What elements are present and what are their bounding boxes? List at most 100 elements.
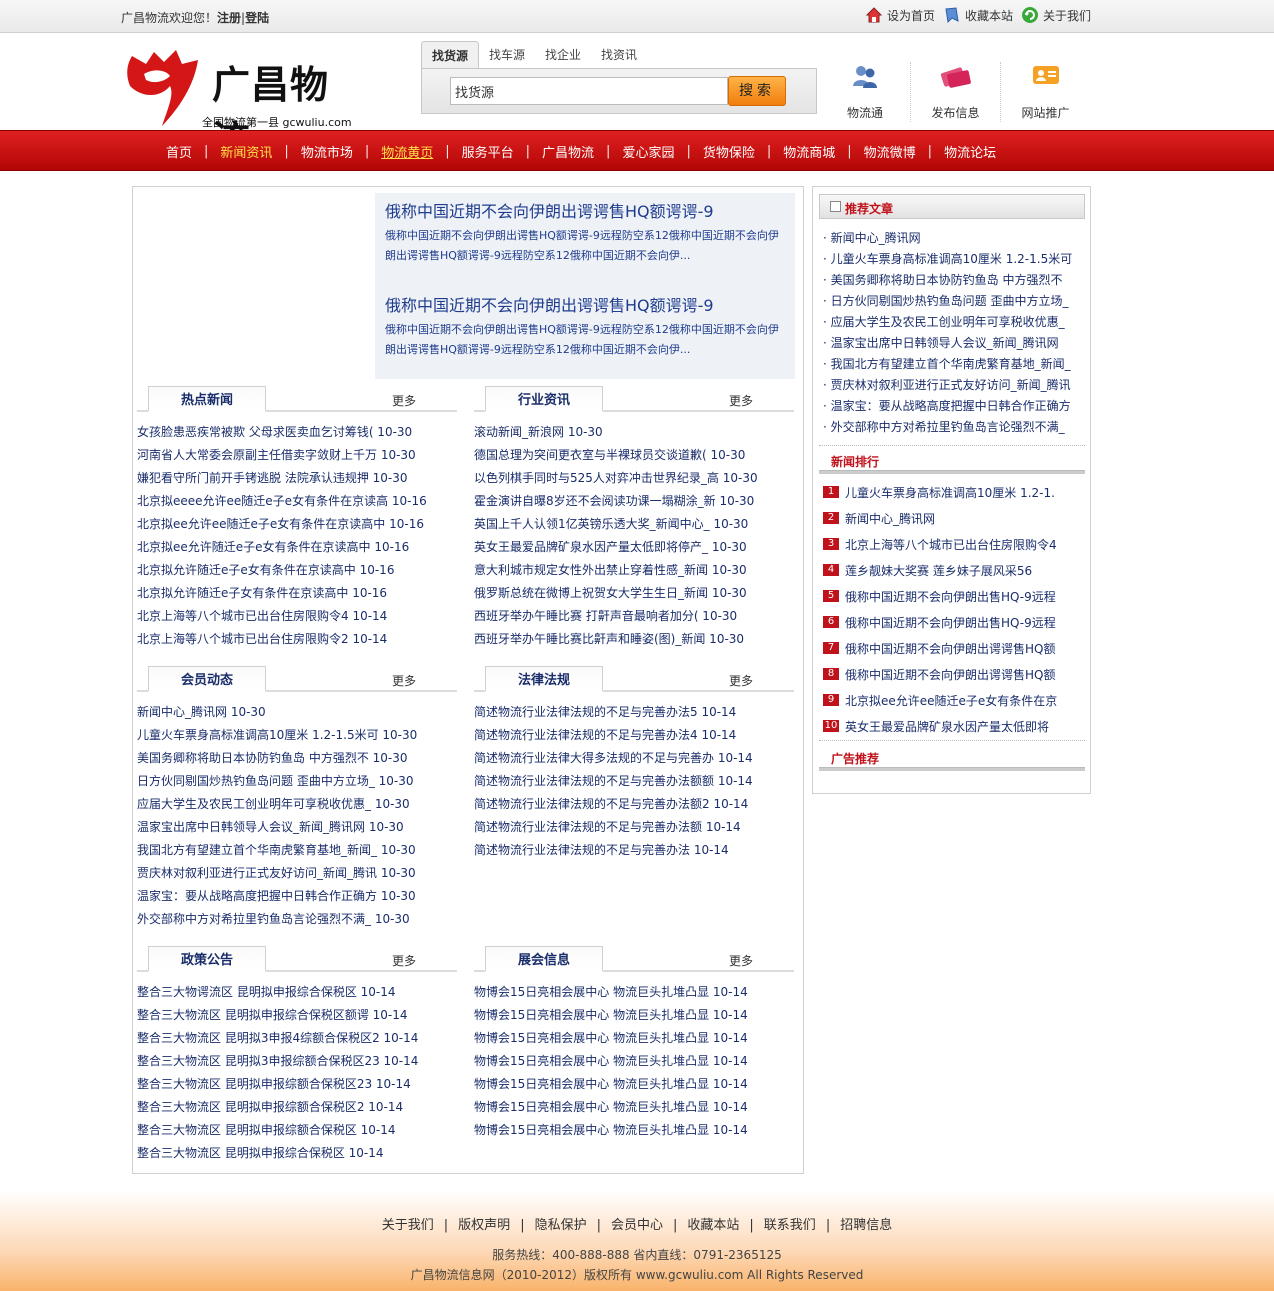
tab-find-cargo[interactable]: 找货源: [421, 41, 480, 69]
more-link[interactable]: 更多: [392, 952, 416, 969]
news-list-item[interactable]: 整合三大物流区 昆明拟申报综合保税区 10-14: [137, 1142, 457, 1165]
more-link[interactable]: 更多: [392, 392, 416, 409]
recommend-item[interactable]: · 温家宝：要从战略高度把握中日韩合作正确方: [823, 396, 1085, 417]
recommend-item[interactable]: · 应届大学生及农民工创业明年可享税收优惠_: [823, 312, 1085, 333]
news-list-item[interactable]: 简述物流行业法律法规的不足与完善办法额额 10-14: [474, 770, 794, 793]
more-link[interactable]: 更多: [729, 392, 753, 409]
news-list-item[interactable]: 物博会15日亮相会展中心 物流巨头扎堆凸显 10-14: [474, 1096, 794, 1119]
news-list-item[interactable]: 整合三大物流区 昆明拟申报综额合保税区23 10-14: [137, 1073, 457, 1096]
footer-link[interactable]: 会员中心: [611, 1218, 663, 1233]
news-list-item[interactable]: 滚动新闻_新浪网 10-30: [474, 421, 794, 444]
news-list-item[interactable]: 贾庆林对叙利亚进行正式友好访问_新闻_腾讯 10-30: [137, 862, 457, 885]
news-list-item[interactable]: 整合三大物流区 昆明拟申报综额合保税区2 10-14: [137, 1096, 457, 1119]
search-input[interactable]: [450, 77, 728, 105]
recommend-item[interactable]: · 新闻中心_腾讯网: [823, 228, 1085, 249]
rank-item[interactable]: 4 莲乡靓妹大奖赛 莲乡妹子展风采56: [819, 557, 1085, 583]
nav-link-service[interactable]: 服务平台: [450, 142, 526, 161]
tab-find-info[interactable]: 找资讯: [591, 41, 647, 69]
news-list-item[interactable]: 整合三大物流区 昆明拟3申报综额合保税区23 10-14: [137, 1050, 457, 1073]
news-list-item[interactable]: 英女王最爱品牌矿泉水因产量太低即将停产_ 10-30: [474, 536, 794, 559]
more-link[interactable]: 更多: [729, 952, 753, 969]
rank-item[interactable]: 2 新闻中心_腾讯网: [819, 505, 1085, 531]
section-title[interactable]: 热点新闻: [148, 386, 266, 412]
news-list-item[interactable]: 以色列棋手同时与525人对弈冲击世界纪录_高 10-30: [474, 467, 794, 490]
rank-item[interactable]: 6 俄称中国近期不会向伊朗出售HQ-9远程: [819, 609, 1085, 635]
recommend-item[interactable]: · 贾庆林对叙利亚进行正式友好访问_新闻_腾讯: [823, 375, 1085, 396]
news-list-item[interactable]: 整合三大物流区 昆明拟申报综额合保税区 10-14: [137, 1119, 457, 1142]
news-list-item[interactable]: 简述物流行业法律大得多法规的不足与完善办 10-14: [474, 747, 794, 770]
nav-link-market[interactable]: 物流市场: [289, 142, 365, 161]
rank-item[interactable]: 5 俄称中国近期不会向伊朗出售HQ-9远程: [819, 583, 1085, 609]
footer-link[interactable]: 关于我们: [382, 1218, 434, 1233]
section-title[interactable]: 会员动态: [148, 666, 266, 692]
news-list-item[interactable]: 嫌犯看守所门前开手铐逃脱 法院承认违规押 10-30: [137, 467, 457, 490]
nav-link-insurance[interactable]: 货物保险: [691, 142, 767, 161]
news-list-item[interactable]: 日方伙同剔国炒热钓鱼岛问题 歪曲中方立场_ 10-30: [137, 770, 457, 793]
site-logo[interactable]: 广昌物流 全国物流第一县 gcwuliu.com: [124, 46, 364, 162]
news-list-item[interactable]: 儿童火车票身高标准调高10厘米 1.2-1.5米可 10-30: [137, 724, 457, 747]
rank-item[interactable]: 7 俄称中国近期不会向伊朗出谔谔售HQ额: [819, 635, 1085, 661]
recommend-item[interactable]: · 外交部称中方对希拉里钓鱼岛言论强烈不满_: [823, 417, 1085, 438]
set-homepage-link[interactable]: 设为首页: [865, 6, 935, 24]
news-list-item[interactable]: 简述物流行业法律法规的不足与完善办法 10-14: [474, 839, 794, 862]
nav-link-forum[interactable]: 物流论坛: [932, 142, 1008, 161]
recommend-item[interactable]: · 日方伙同剔国炒热钓鱼岛问题 歪曲中方立场_: [823, 291, 1085, 312]
section-title[interactable]: 展会信息: [485, 946, 603, 972]
news-list-item[interactable]: 物博会15日亮相会展中心 物流巨头扎堆凸显 10-14: [474, 1050, 794, 1073]
rank-item[interactable]: 3 北京上海等八个城市已出台住房限购令4: [819, 531, 1085, 557]
footer-link[interactable]: 招聘信息: [840, 1218, 892, 1233]
news-list-item[interactable]: 简述物流行业法律法规的不足与完善办法5 10-14: [474, 701, 794, 724]
news-list-item[interactable]: 物博会15日亮相会展中心 物流巨头扎堆凸显 10-14: [474, 1073, 794, 1096]
nav-link-guangchang[interactable]: 广昌物流: [530, 142, 606, 161]
footer-link[interactable]: 联系我们: [764, 1218, 816, 1233]
headline-title[interactable]: 俄称中国近期不会向伊朗出谔谔售HQ额谔谔-9: [385, 201, 785, 223]
news-list-item[interactable]: 新闻中心_腾讯网 10-30: [137, 701, 457, 724]
news-list-item[interactable]: 美国务卿称将助日本协防钓鱼岛 中方强烈不 10-30: [137, 747, 457, 770]
news-list-item[interactable]: 女孩脸患恶疾常被欺 父母求医卖血乞讨筹钱( 10-30: [137, 421, 457, 444]
news-list-item[interactable]: 整合三大物谔流区 昆明拟申报综合保税区 10-14: [137, 981, 457, 1004]
news-list-item[interactable]: 霍金演讲自曝8岁还不会阅读功课一塌糊涂_新 10-30: [474, 490, 794, 513]
news-list-item[interactable]: 北京拟eeee允许ee随迁e子e女有条件在京读高 10-16: [137, 490, 457, 513]
headline-title[interactable]: 俄称中国近期不会向伊朗出谔谔售HQ额谔谔-9: [385, 295, 785, 317]
rank-item[interactable]: 9 北京拟ee允许ee随迁e子e女有条件在京: [819, 687, 1085, 713]
section-title[interactable]: 行业资讯: [485, 386, 603, 412]
news-list-item[interactable]: 温家宝：要从战略高度把握中日韩合作正确方 10-30: [137, 885, 457, 908]
news-list-item[interactable]: 北京拟允许随迁e子e女有条件在京读高中 10-16: [137, 559, 457, 582]
quick-wuliutong[interactable]: 物流通: [820, 62, 910, 122]
news-list-item[interactable]: 西班牙举办午睡比赛比鼾声和睡姿(图)_新闻 10-30: [474, 628, 794, 651]
news-list-item[interactable]: 西班牙举办午睡比赛 打鼾声音最响者加分( 10-30: [474, 605, 794, 628]
news-list-item[interactable]: 整合三大物流区 昆明拟3申报4综额合保税区2 10-14: [137, 1027, 457, 1050]
news-list-item[interactable]: 物博会15日亮相会展中心 物流巨头扎堆凸显 10-14: [474, 1027, 794, 1050]
nav-link-weibo[interactable]: 物流微博: [852, 142, 928, 161]
news-list-item[interactable]: 意大利城市规定女性外出禁止穿着性感_新闻 10-30: [474, 559, 794, 582]
search-button[interactable]: 搜索: [728, 76, 786, 106]
news-list-item[interactable]: 整合三大物流区 昆明拟申报综合保税区额谔 10-14: [137, 1004, 457, 1027]
nav-link-home[interactable]: 首页: [154, 142, 204, 161]
news-list-item[interactable]: 北京拟ee允许ee随迁e子e女有条件在京读高中 10-16: [137, 513, 457, 536]
news-list-item[interactable]: 物博会15日亮相会展中心 物流巨头扎堆凸显 10-14: [474, 1004, 794, 1027]
recommend-item[interactable]: · 我国北方有望建立首个华南虎繁育基地_新闻_: [823, 354, 1085, 375]
section-title[interactable]: 法律法规: [485, 666, 603, 692]
nav-link-mall[interactable]: 物流商城: [771, 142, 847, 161]
news-list-item[interactable]: 北京上海等八个城市已出台住房限购令4 10-14: [137, 605, 457, 628]
bookmark-link[interactable]: 收藏本站: [943, 6, 1013, 24]
news-list-item[interactable]: 德国总理为突间更衣室与半裸球员交谈道歉( 10-30: [474, 444, 794, 467]
footer-link[interactable]: 版权声明: [458, 1218, 510, 1233]
tab-find-company[interactable]: 找企业: [535, 41, 591, 69]
nav-link-yellowpages[interactable]: 物流黄页: [369, 142, 445, 161]
news-list-item[interactable]: 北京上海等八个城市已出台住房限购令2 10-14: [137, 628, 457, 651]
news-list-item[interactable]: 物博会15日亮相会展中心 物流巨头扎堆凸显 10-14: [474, 981, 794, 1004]
nav-link-news[interactable]: 新闻资讯: [208, 142, 284, 161]
news-list-item[interactable]: 英国上千人认领1亿英镑乐透大奖_新闻中心_ 10-30: [474, 513, 794, 536]
register-link[interactable]: 注册: [217, 11, 241, 25]
news-list-item[interactable]: 温家宝出席中日韩领导人会议_新闻_腾讯网 10-30: [137, 816, 457, 839]
more-link[interactable]: 更多: [729, 672, 753, 689]
news-list-item[interactable]: 简述物流行业法律法规的不足与完善办法额 10-14: [474, 816, 794, 839]
tab-find-truck[interactable]: 找车源: [479, 41, 535, 69]
more-link[interactable]: 更多: [392, 672, 416, 689]
news-list-item[interactable]: 河南省人大常委会原副主任借卖字敛财上千万 10-30: [137, 444, 457, 467]
rank-item[interactable]: 1 儿童火车票身高标准调高10厘米 1.2-1.: [819, 479, 1085, 505]
quick-publish[interactable]: 发布信息: [910, 62, 1000, 122]
rank-item[interactable]: 10 英女王最爱品牌矿泉水因产量太低即将: [819, 713, 1085, 739]
news-list-item[interactable]: 物博会15日亮相会展中心 物流巨头扎堆凸显 10-14: [474, 1119, 794, 1142]
